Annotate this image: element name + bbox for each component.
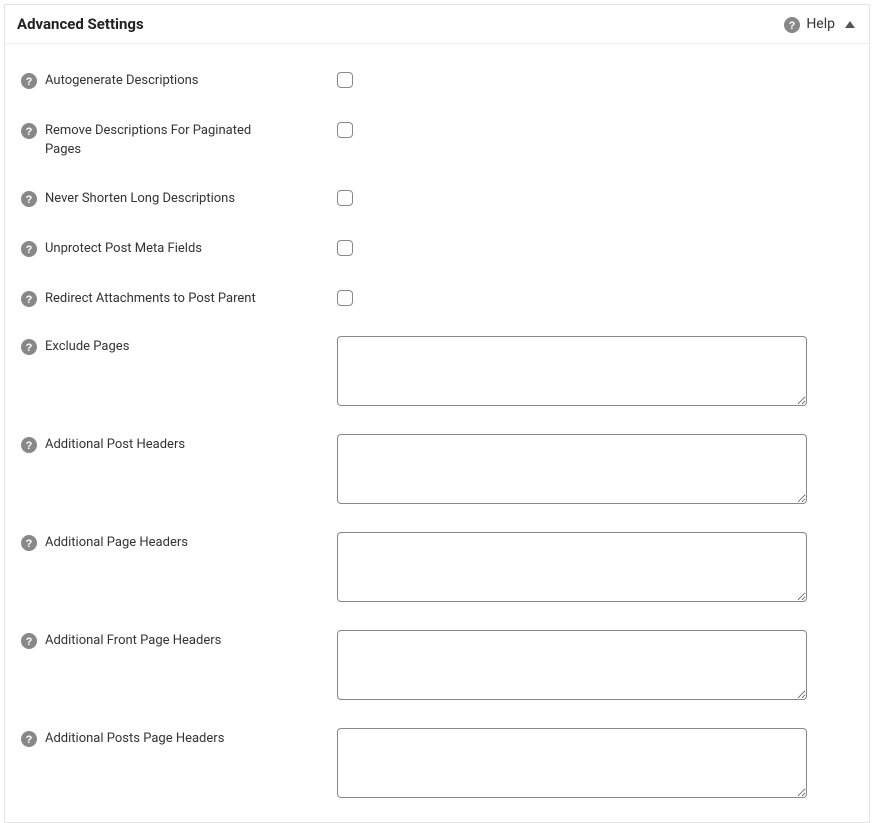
help-icon[interactable]: ? [21, 241, 37, 257]
row-redirect-attachments: ? Redirect Attachments to Post Parent [21, 274, 855, 324]
textarea-exclude-pages[interactable] [337, 336, 807, 406]
svg-text:?: ? [26, 126, 33, 138]
label-remove-paginated: Remove Descriptions For Paginated Pages [45, 122, 285, 160]
help-icon[interactable]: ? [21, 731, 37, 747]
help-icon[interactable]: ? [21, 633, 37, 649]
help-icon[interactable]: ? [21, 339, 37, 355]
row-autogenerate-descriptions: ? Autogenerate Descriptions [21, 62, 855, 106]
row-additional-posts-page-headers: ? Additional Posts Page Headers [21, 716, 855, 814]
help-label: Help [806, 16, 835, 32]
checkbox-redirect-attachments[interactable] [337, 290, 353, 306]
label-redirect-attachments: Redirect Attachments to Post Parent [45, 290, 256, 309]
row-unprotect-meta: ? Unprotect Post Meta Fields [21, 224, 855, 274]
checkbox-never-shorten[interactable] [337, 190, 353, 206]
label-never-shorten: Never Shorten Long Descriptions [45, 190, 235, 209]
textarea-additional-front-page-headers[interactable] [337, 630, 807, 700]
label-additional-post-headers: Additional Post Headers [45, 436, 185, 455]
advanced-settings-panel: Advanced Settings ? Help ? Autogenerate … [4, 4, 870, 823]
label-autogenerate-descriptions: Autogenerate Descriptions [45, 72, 199, 91]
row-additional-front-page-headers: ? Additional Front Page Headers [21, 618, 855, 716]
caret-up-icon [845, 21, 855, 28]
checkbox-autogenerate-descriptions[interactable] [337, 72, 353, 88]
help-icon[interactable]: ? [21, 191, 37, 207]
checkbox-unprotect-meta[interactable] [337, 240, 353, 256]
svg-text:?: ? [26, 244, 33, 256]
row-never-shorten: ? Never Shorten Long Descriptions [21, 174, 855, 224]
help-icon: ? [784, 17, 800, 33]
help-icon[interactable]: ? [21, 437, 37, 453]
help-icon[interactable]: ? [21, 123, 37, 139]
svg-text:?: ? [26, 636, 33, 648]
label-exclude-pages: Exclude Pages [45, 338, 129, 357]
panel-header: Advanced Settings ? Help [5, 5, 869, 44]
label-additional-posts-page-headers: Additional Posts Page Headers [45, 730, 224, 749]
form-body: ? Autogenerate Descriptions ? Remove Des… [5, 44, 869, 822]
label-additional-page-headers: Additional Page Headers [45, 534, 188, 553]
label-additional-front-page-headers: Additional Front Page Headers [45, 632, 221, 651]
textarea-additional-posts-page-headers[interactable] [337, 728, 807, 798]
svg-text:?: ? [26, 194, 33, 206]
row-exclude-pages: ? Exclude Pages [21, 324, 855, 422]
textarea-additional-page-headers[interactable] [337, 532, 807, 602]
help-icon[interactable]: ? [21, 535, 37, 551]
textarea-additional-post-headers[interactable] [337, 434, 807, 504]
svg-text:?: ? [26, 294, 33, 306]
svg-text:?: ? [26, 440, 33, 452]
label-unprotect-meta: Unprotect Post Meta Fields [45, 240, 202, 259]
help-icon[interactable]: ? [21, 291, 37, 307]
svg-text:?: ? [789, 20, 796, 32]
svg-text:?: ? [26, 734, 33, 746]
help-icon[interactable]: ? [21, 73, 37, 89]
svg-text:?: ? [26, 76, 33, 88]
svg-text:?: ? [26, 342, 33, 354]
svg-text:?: ? [26, 538, 33, 550]
checkbox-remove-paginated[interactable] [337, 122, 353, 138]
row-additional-page-headers: ? Additional Page Headers [21, 520, 855, 618]
row-remove-paginated: ? Remove Descriptions For Paginated Page… [21, 106, 855, 174]
panel-title: Advanced Settings [17, 15, 144, 33]
help-toggle[interactable]: ? Help [784, 16, 855, 33]
row-additional-post-headers: ? Additional Post Headers [21, 422, 855, 520]
